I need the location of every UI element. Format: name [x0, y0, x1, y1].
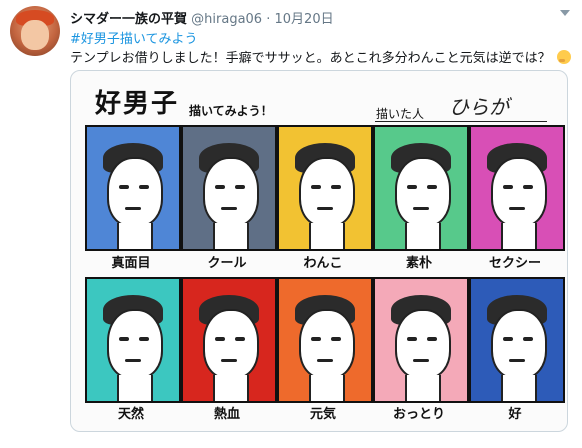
portrait-panel	[469, 125, 565, 251]
panel-neck	[213, 223, 249, 249]
panel-eye	[119, 185, 129, 189]
panel-head	[203, 309, 259, 379]
panel-mouth	[509, 359, 525, 362]
panel-head	[203, 157, 259, 227]
panel-eye	[523, 337, 533, 341]
portrait-panel	[181, 277, 277, 403]
panel-eye	[311, 185, 321, 189]
panel-eye	[139, 185, 149, 189]
panel-head	[395, 309, 451, 379]
panel-eye	[427, 185, 437, 189]
artist-signature: ひらが	[449, 95, 509, 119]
separator: ·	[266, 12, 271, 27]
panel-head	[299, 157, 355, 227]
panel-neck	[405, 223, 441, 249]
panel-head	[107, 157, 163, 227]
panel-mouth	[413, 207, 429, 210]
panel-mouth	[317, 359, 333, 362]
panel-label: おっとり	[392, 407, 445, 422]
panel-eye	[503, 185, 513, 189]
panel-neck	[117, 375, 153, 401]
panel-eye	[407, 185, 417, 189]
panel-mouth	[221, 207, 237, 210]
portrait-panel	[277, 125, 373, 251]
card-subtitle: 描いてみよう！	[189, 104, 273, 118]
avatar-face	[21, 20, 49, 50]
panel-eye	[311, 337, 321, 341]
panel-head	[491, 309, 547, 379]
panel-eye	[331, 185, 341, 189]
panel-neck	[405, 375, 441, 401]
chevron-down-icon[interactable]	[560, 10, 570, 16]
panel-eye	[331, 337, 341, 341]
portrait-panel	[85, 125, 181, 251]
panel-neck	[309, 375, 345, 401]
tweet-text: テンプレお借りしました！手癖でササッと。あとこれ多分わんこと元気は逆では？	[70, 47, 571, 66]
panel-mouth	[413, 359, 429, 362]
portrait-panel	[469, 277, 565, 403]
panel-label: 熱血	[213, 407, 240, 422]
panel-head	[491, 157, 547, 227]
artist-line	[375, 121, 547, 122]
panel-label: 真面目	[111, 256, 151, 271]
tweet-image[interactable]: 好男子 描いてみよう！ 描いた人 ひらが 真面目 クール わんこ 素朴 セクシー…	[70, 70, 568, 432]
panel-eye	[523, 185, 533, 189]
panel-eye	[503, 337, 513, 341]
portrait-panel	[85, 277, 181, 403]
panel-mouth	[317, 207, 333, 210]
panel-eye	[215, 185, 225, 189]
portrait-panel	[373, 277, 469, 403]
panel-eye	[215, 337, 225, 341]
panel-eye	[139, 337, 149, 341]
portrait-panel	[373, 125, 469, 251]
panel-neck	[117, 223, 153, 249]
panel-mouth	[221, 359, 237, 362]
panel-label: わんこ	[303, 256, 343, 271]
panel-neck	[501, 223, 537, 249]
card-title: 好男子	[95, 89, 180, 119]
tweet-date[interactable]: 10月20日	[275, 12, 334, 27]
panel-label: クール	[207, 256, 247, 271]
display-name[interactable]: シマダー一族の平賀	[70, 12, 187, 27]
panel-label: 天然	[117, 407, 144, 422]
tweet-body: テンプレお借りしました！手癖でササッと。あとこれ多分わんこと元気は逆では？	[70, 51, 551, 66]
panel-label: 素朴	[405, 256, 432, 271]
panel-head	[395, 157, 451, 227]
artist-label: 描いた人	[376, 107, 425, 121]
panel-neck	[501, 375, 537, 401]
panel-mouth	[125, 207, 141, 210]
tweet-header: シマダー一族の平賀 @hiraga06 · 10月20日	[70, 8, 334, 27]
panel-eye	[407, 337, 417, 341]
panel-neck	[213, 375, 249, 401]
panel-neck	[309, 223, 345, 249]
panel-eye	[235, 337, 245, 341]
panel-label: 元気	[309, 407, 336, 422]
avatar[interactable]	[10, 6, 60, 56]
panel-mouth	[509, 207, 525, 210]
panel-eye	[235, 185, 245, 189]
handle[interactable]: @hiraga06	[191, 12, 262, 27]
panel-head	[107, 309, 163, 379]
panel-eye	[119, 337, 129, 341]
hashtag-link[interactable]: #好男子描いてみよう	[70, 28, 198, 47]
panel-label: 好	[508, 407, 522, 422]
portrait-panel	[181, 125, 277, 251]
panel-head	[299, 309, 355, 379]
panel-label: セクシー	[488, 256, 541, 271]
panel-eye	[427, 337, 437, 341]
thinking-face-icon	[556, 50, 571, 64]
portrait-panel	[277, 277, 373, 403]
panel-mouth	[125, 359, 141, 362]
